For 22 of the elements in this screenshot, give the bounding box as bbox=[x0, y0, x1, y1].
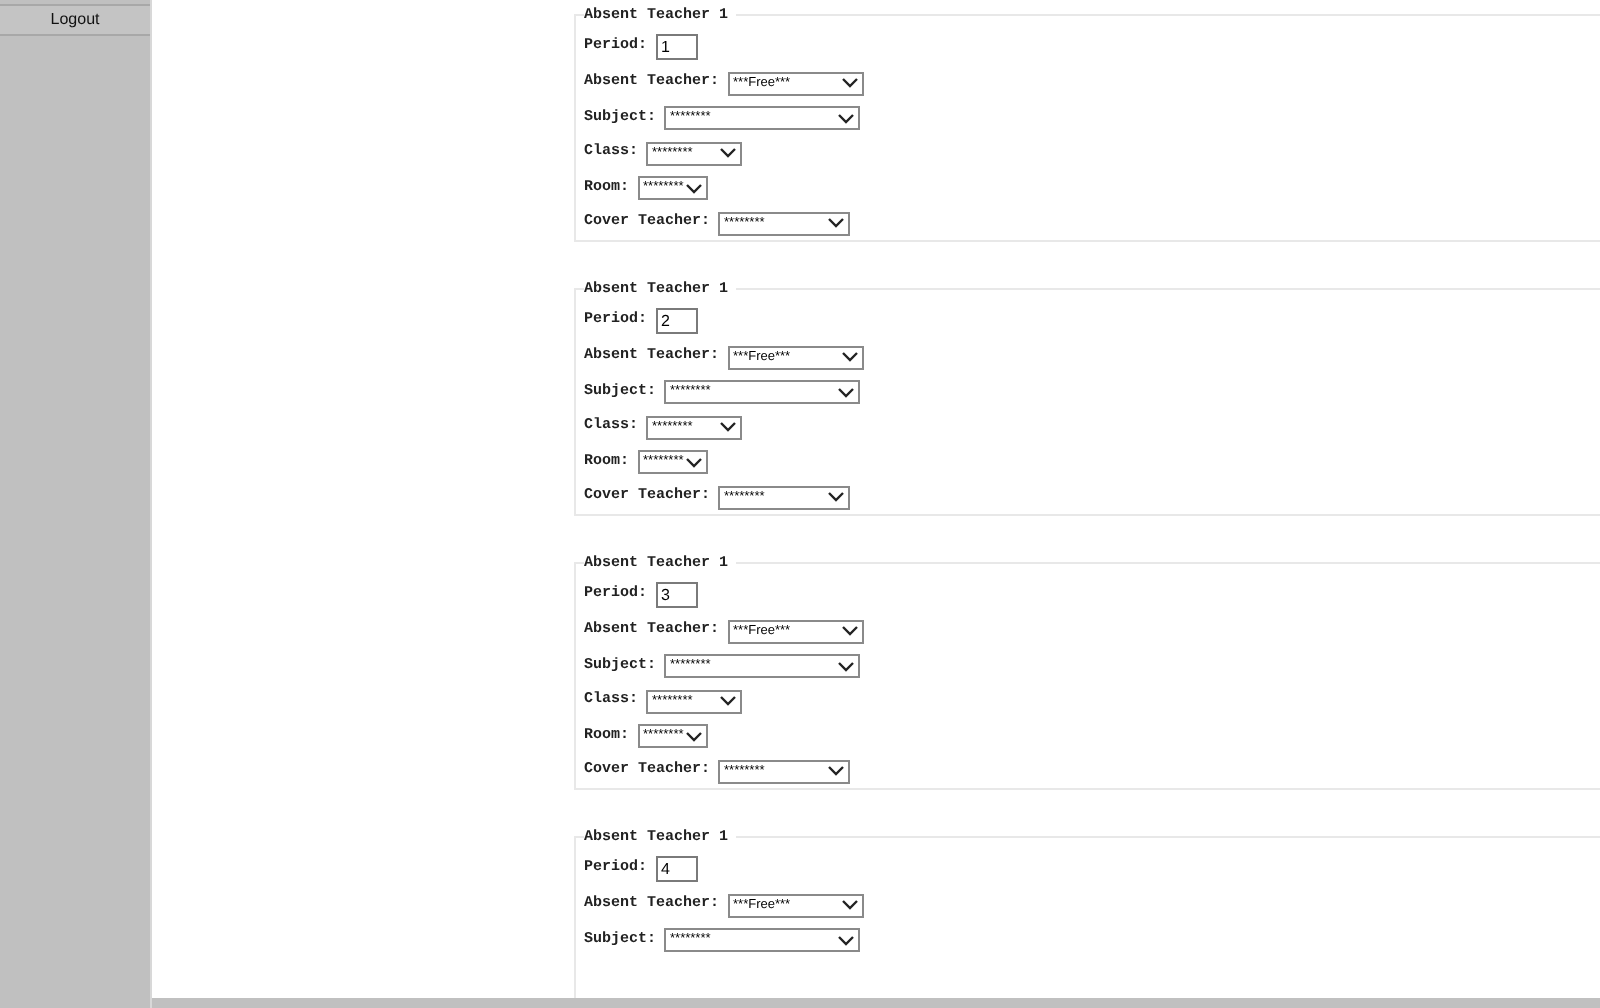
chevron-icon bbox=[841, 78, 858, 89]
logout-button[interactable]: Logout bbox=[0, 4, 150, 36]
chevron-icon bbox=[841, 352, 858, 363]
chevron-icon bbox=[720, 422, 737, 433]
chevron-icon bbox=[838, 661, 855, 672]
chevron-icon bbox=[838, 935, 855, 946]
chevron-icon bbox=[841, 900, 858, 911]
chevron-icon bbox=[828, 766, 845, 777]
period-input[interactable]: 3 bbox=[655, 582, 698, 608]
chevron-icon bbox=[685, 183, 702, 194]
chevron-icon bbox=[828, 492, 845, 503]
period-input[interactable]: 4 bbox=[655, 856, 698, 882]
chevron-icon bbox=[685, 457, 702, 468]
chevron-icon bbox=[720, 148, 737, 159]
chevron-icon bbox=[838, 387, 855, 398]
chevron-icon bbox=[838, 113, 855, 124]
period-input[interactable]: 1 bbox=[655, 34, 698, 60]
period-input[interactable]: 2 bbox=[655, 308, 698, 334]
chevron-icon bbox=[685, 731, 702, 742]
chevron-icon bbox=[720, 696, 737, 707]
chevron-icon bbox=[841, 626, 858, 637]
chevron-icon bbox=[828, 218, 845, 229]
